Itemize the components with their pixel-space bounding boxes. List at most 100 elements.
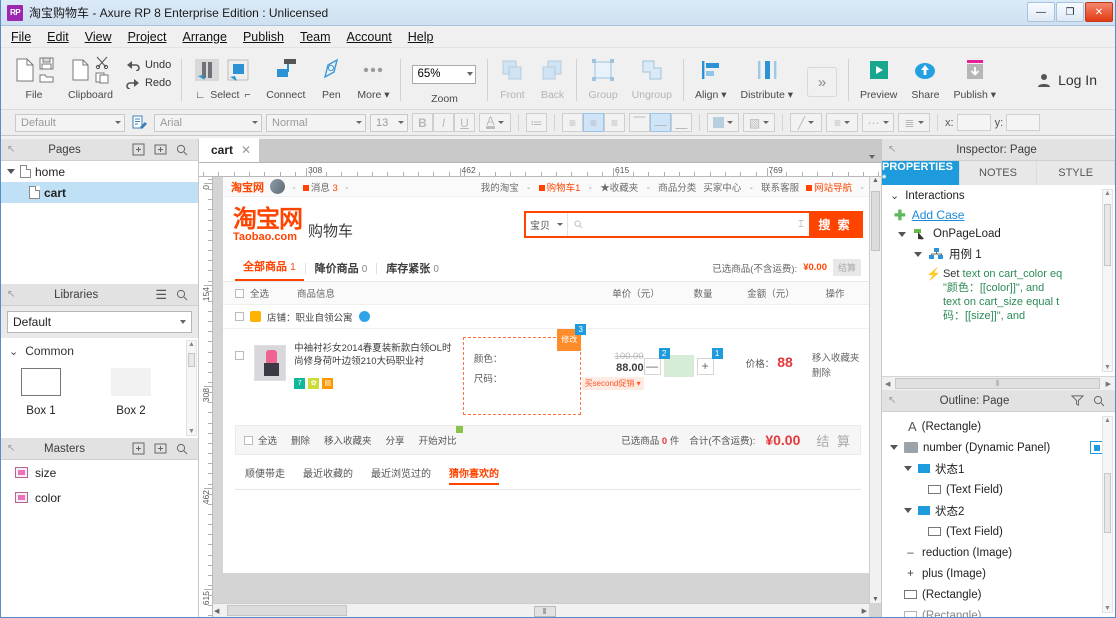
menu-project[interactable]: Project [128, 30, 167, 44]
share-group[interactable]: Share [904, 51, 946, 109]
rec-tab-guess-you-like[interactable]: 猜你喜欢的 [449, 465, 499, 485]
collapse-icon[interactable]: ↖ [7, 289, 15, 300]
tab-cart[interactable]: cart ✕ [199, 138, 259, 162]
scroll-right-arrow-icon[interactable]: ▶ [862, 607, 867, 615]
message-link[interactable]: 消息 3 [303, 180, 338, 194]
ungroup-group[interactable]: Ungroup [625, 51, 679, 109]
checkbox[interactable] [235, 351, 244, 360]
publish-group[interactable]: Publish ▾ [946, 51, 1003, 109]
cart-tab-discount[interactable]: 降价商品 0 [307, 260, 376, 281]
zoom-group[interactable]: 65% Zoom [405, 51, 483, 109]
tab-style[interactable]: STYLE [1037, 161, 1115, 185]
redo-button[interactable]: Redo [126, 77, 171, 89]
file-group[interactable]: File [7, 51, 61, 109]
zoom-control[interactable]: 65% [412, 55, 476, 93]
op-delete[interactable]: 删除 [812, 366, 861, 381]
search-icon[interactable] [1093, 395, 1105, 407]
scroll-down-arrow-icon[interactable]: ▼ [187, 428, 196, 435]
login-button[interactable]: Log In [1022, 51, 1115, 109]
more-group[interactable]: More ▾ [350, 51, 396, 109]
menu-file[interactable]: File [11, 30, 31, 44]
topnav-logo[interactable]: 淘宝网 [231, 179, 264, 195]
event-onpageload-row[interactable]: OnPageLoad [882, 224, 1115, 242]
product-thumbnail[interactable] [254, 345, 286, 381]
topnav-link-sitemap[interactable]: 网站导航 [806, 180, 852, 194]
expand-triangle-icon[interactable] [7, 169, 15, 174]
search-icon[interactable] [176, 443, 188, 455]
undo-button[interactable]: Undo [126, 59, 171, 71]
shop-name[interactable]: 店铺：职业自领公寓 [267, 310, 353, 324]
clipboard-group[interactable]: Clipboard [61, 51, 120, 109]
product-title[interactable]: 中袖衬衫女2014春夏装新款白领OL时尚修身荷叶边领210大码职业衬 [294, 342, 455, 368]
product-select[interactable] [235, 337, 254, 363]
outline-item-plus[interactable]: + plus (Image) [882, 563, 1115, 584]
scroll-up-arrow-icon[interactable]: ▲ [870, 177, 881, 184]
outline-item-state1[interactable]: 状态1 [882, 458, 1115, 479]
master-item-size[interactable]: size [1, 460, 198, 485]
distribute-group[interactable]: Distribute ▾ [734, 51, 801, 109]
promo-tag[interactable]: 买second促销 ▾ [582, 377, 644, 390]
font-color-button[interactable]: A [479, 113, 511, 132]
align-center-button[interactable]: ≡ [583, 113, 604, 132]
add-folder-icon[interactable] [154, 143, 167, 156]
align-group[interactable]: Align ▾ [688, 51, 734, 109]
checkbox[interactable] [235, 312, 244, 321]
interactions-section[interactable]: ⌄ Interactions [882, 185, 1115, 204]
tree-item-home[interactable]: home [1, 161, 198, 182]
align-middle-button[interactable]: ⎼ [650, 113, 671, 132]
font-size-select[interactable]: 13 [370, 114, 408, 132]
rec-tab-bring-along[interactable]: 顺便带走 [245, 465, 285, 485]
arrow-style-button[interactable]: ≣ [898, 113, 930, 132]
outline-item-rectangle-a[interactable]: A (Rectangle) [882, 416, 1115, 437]
scroll-down-arrow-icon[interactable]: ▼ [1103, 364, 1112, 371]
quantity-minus-button[interactable]: — 2 [644, 358, 661, 375]
add-case-row[interactable]: ✚ Add Case [882, 204, 1115, 224]
expand-triangle-icon[interactable] [904, 508, 912, 513]
underline-button[interactable]: U [454, 113, 475, 132]
master-item-color[interactable]: color [1, 485, 198, 510]
expand-triangle-icon[interactable] [914, 252, 922, 257]
outline-item-textfield-2[interactable]: (Text Field) [882, 521, 1115, 542]
zoom-select[interactable]: 65% [412, 65, 476, 84]
outline-item-state2[interactable]: 状态2 [882, 500, 1115, 521]
scroll-up-arrow-icon[interactable]: ▲ [1103, 417, 1112, 424]
cart-tab-lowstock[interactable]: 库存紧张 0 [378, 260, 447, 281]
outline-vertical-scrollbar[interactable]: ▲ ▼ [1102, 416, 1113, 613]
align-left-button[interactable]: ≡ [562, 113, 583, 132]
add-master-icon[interactable] [132, 442, 145, 455]
close-icon[interactable]: ✕ [241, 143, 251, 157]
avatar[interactable] [270, 179, 285, 194]
collapse-icon[interactable]: ↖ [7, 144, 15, 155]
fill-color-button[interactable] [707, 113, 739, 132]
menu-edit[interactable]: Edit [47, 30, 69, 44]
footer-share[interactable]: 分享 [386, 433, 405, 447]
bullet-list-button[interactable]: ≔ [526, 113, 547, 132]
select-all-header[interactable]: 全选 [235, 286, 297, 300]
collapse-icon[interactable]: ↖ [888, 144, 896, 155]
shadow-button[interactable]: ▧ [743, 113, 775, 132]
front-group[interactable]: Front [492, 51, 532, 109]
toolbar-overflow-button[interactable]: » [807, 67, 837, 97]
checkbox[interactable] [244, 436, 253, 445]
scroll-thumb[interactable] [188, 353, 195, 367]
footer-move-favorites[interactable]: 移入收藏夹 [324, 433, 372, 447]
inspector-vertical-scrollbar[interactable]: ▲ ▼ [1102, 189, 1113, 372]
chevron-down-icon[interactable] [869, 155, 875, 159]
inspector-body[interactable]: ⌄ Interactions ✚ Add Case OnPageLoad 用例 … [882, 185, 1115, 390]
tree-item-cart[interactable]: cart [1, 182, 198, 203]
maximize-button[interactable]: ❐ [1056, 2, 1084, 22]
menu-arrange[interactable]: Arrange [182, 30, 226, 44]
case-row[interactable]: 用例 1 [882, 242, 1115, 264]
widget-style-select[interactable]: Default [15, 114, 125, 132]
font-weight-select[interactable]: Normal [266, 114, 366, 132]
add-folder-icon[interactable] [154, 442, 167, 455]
voice-search-icon[interactable]: ⌶ [793, 213, 809, 236]
align-top-button[interactable]: ⎺ [629, 113, 650, 132]
cart-tab-all[interactable]: 全部商品 1 [235, 258, 304, 281]
add-page-icon[interactable] [132, 143, 145, 156]
rec-tab-recently-viewed[interactable]: 最近浏览过的 [371, 465, 431, 485]
back-group[interactable]: Back [532, 51, 572, 109]
wangwang-icon[interactable] [359, 311, 370, 322]
close-button[interactable]: ✕ [1085, 2, 1113, 22]
scroll-right-arrow-icon[interactable]: ▶ [1102, 380, 1115, 388]
